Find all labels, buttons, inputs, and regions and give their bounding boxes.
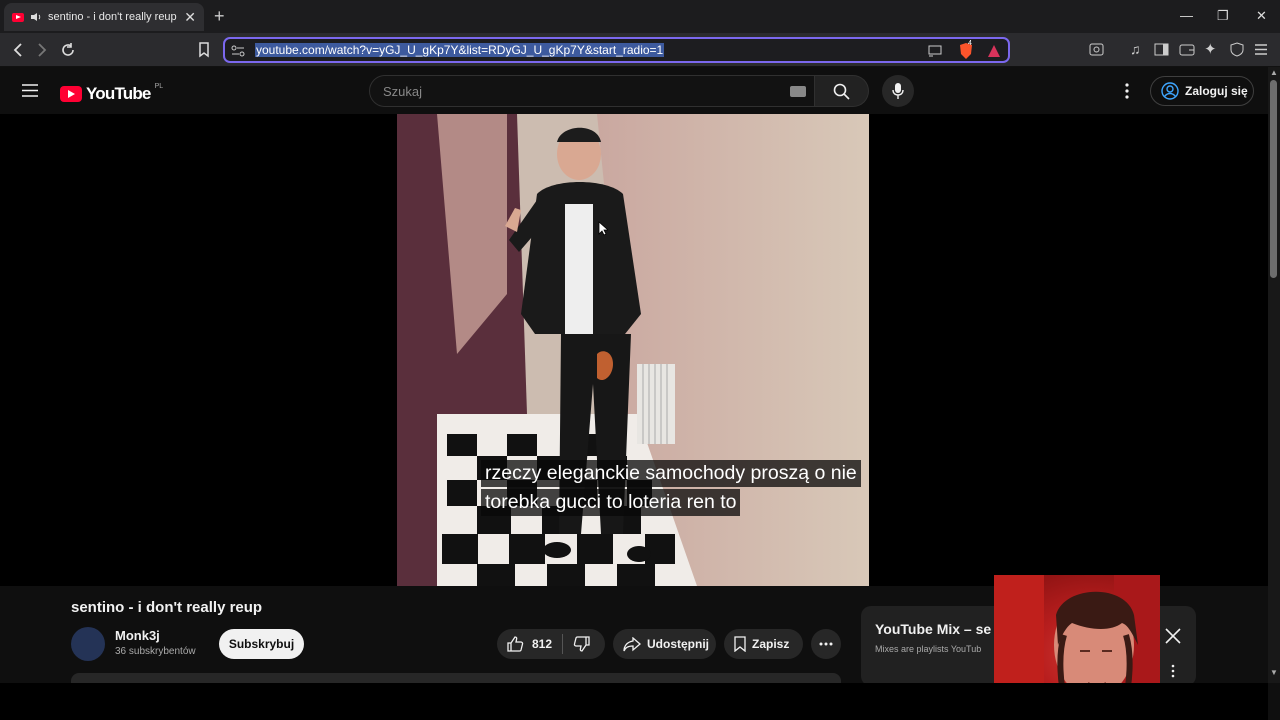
bookmark-icon[interactable] bbox=[198, 42, 210, 58]
keyboard-icon[interactable] bbox=[790, 86, 806, 97]
logo-text: YouTube bbox=[86, 84, 151, 103]
thumbs-down-icon[interactable] bbox=[573, 636, 590, 652]
vpn-shield-icon[interactable] bbox=[1230, 42, 1244, 57]
music-icon[interactable]: ♫ bbox=[1130, 41, 1141, 57]
bottom-strip bbox=[0, 683, 1268, 720]
subtitle-line-2: torebka gucci to loteria ren to bbox=[481, 489, 741, 516]
browser-tab-bar: sentino - i don't really reup - ✕ + — ❐ … bbox=[0, 0, 1280, 33]
youtube-play-logo-icon bbox=[60, 86, 82, 102]
page-scrollbar-thumb[interactable] bbox=[1270, 80, 1277, 278]
channel-avatar[interactable] bbox=[71, 627, 105, 661]
scroll-up-icon[interactable]: ▲ bbox=[1270, 68, 1278, 77]
reload-icon[interactable] bbox=[60, 42, 76, 58]
country-code: PL bbox=[154, 82, 164, 90]
speaker-icon[interactable] bbox=[30, 12, 42, 22]
new-tab-icon[interactable]: + bbox=[214, 6, 225, 27]
wallet-icon[interactable] bbox=[1179, 42, 1195, 57]
save-label: Zapisz bbox=[752, 637, 790, 651]
like-divider bbox=[562, 634, 564, 654]
share-label: Udostępnij bbox=[647, 637, 709, 651]
mouse-cursor-icon bbox=[598, 221, 608, 236]
search-placeholder: Szukaj bbox=[383, 84, 423, 99]
screenshot-icon[interactable] bbox=[1089, 42, 1104, 57]
cast-icon[interactable] bbox=[928, 45, 942, 57]
youtube-logo[interactable]: YouTube PL bbox=[60, 82, 164, 104]
sidebar-icon[interactable] bbox=[1154, 42, 1169, 57]
mix-title: YouTube Mix – se bbox=[875, 621, 992, 637]
youtube-favicon-icon bbox=[12, 12, 24, 22]
video-title: sentino - i don't really reup bbox=[71, 599, 263, 616]
save-bookmark-icon bbox=[734, 636, 746, 652]
radiator bbox=[637, 364, 675, 444]
more-horizontal-icon bbox=[819, 642, 833, 646]
window-close-icon[interactable]: ✕ bbox=[1256, 8, 1267, 24]
site-settings-icon[interactable] bbox=[231, 45, 245, 57]
subscribe-button[interactable]: Subskrybuj bbox=[219, 629, 304, 659]
mix-subtitle: Mixes are playlists YouTub bbox=[875, 644, 982, 654]
like-count: 812 bbox=[532, 637, 553, 651]
browser-toolbar: youtube.com/watch?v=yGJ_U_gKp7Y&list=RDy… bbox=[0, 33, 1280, 67]
search-input[interactable]: Szukaj bbox=[369, 75, 815, 107]
browser-menu-icon[interactable] bbox=[1254, 43, 1268, 56]
account-icon bbox=[1161, 82, 1179, 100]
share-icon bbox=[623, 636, 641, 651]
url-text[interactable]: youtube.com/watch?v=yGJ_U_gKp7Y&list=RDy… bbox=[255, 43, 665, 57]
minimize-icon[interactable]: — bbox=[1180, 8, 1193, 23]
browser-tab[interactable]: sentino - i don't really reup - ✕ bbox=[4, 3, 204, 31]
tab-close-icon[interactable]: ✕ bbox=[184, 9, 196, 26]
forward-icon[interactable] bbox=[36, 43, 48, 57]
brave-shields-count: 4 bbox=[968, 40, 972, 47]
description-box[interactable] bbox=[71, 673, 841, 683]
back-icon[interactable] bbox=[12, 43, 24, 57]
thumbs-up-icon bbox=[507, 636, 524, 652]
leo-ai-icon[interactable]: ✦ bbox=[1204, 40, 1217, 58]
hamburger-menu-icon[interactable] bbox=[22, 84, 38, 97]
voice-search-button[interactable] bbox=[882, 75, 914, 107]
channel-name[interactable]: Monk3j bbox=[115, 628, 160, 643]
subtitle-line-1: rzeczy eleganckie samochody proszą o nie bbox=[481, 460, 861, 487]
restore-icon[interactable]: ❐ bbox=[1217, 8, 1229, 24]
search-icon bbox=[833, 83, 850, 100]
save-button[interactable]: Zapisz bbox=[724, 629, 803, 659]
like-button[interactable]: 812 bbox=[497, 636, 552, 652]
share-button[interactable]: Udostępnij bbox=[613, 629, 716, 659]
tab-title: sentino - i don't really reup - bbox=[48, 11, 178, 23]
mix-more-icon[interactable] bbox=[1170, 664, 1176, 678]
subscriber-count: 36 subskrybentów bbox=[115, 646, 196, 657]
brave-rewards-icon[interactable] bbox=[987, 44, 1001, 58]
more-actions-button[interactable] bbox=[811, 629, 841, 659]
mix-close-icon[interactable] bbox=[1164, 627, 1182, 645]
sign-in-label: Zaloguj się bbox=[1185, 84, 1248, 98]
address-bar[interactable]: youtube.com/watch?v=yGJ_U_gKp7Y&list=RDy… bbox=[223, 37, 1010, 63]
subtitles: rzeczy eleganckie samochody proszą o nie… bbox=[481, 460, 861, 518]
microphone-icon bbox=[892, 83, 904, 99]
settings-kebab-icon[interactable] bbox=[1124, 83, 1130, 99]
sign-in-button[interactable]: Zaloguj się bbox=[1150, 76, 1254, 106]
scroll-down-icon[interactable]: ▼ bbox=[1270, 668, 1278, 677]
search-button[interactable] bbox=[815, 75, 869, 107]
like-dislike-group: 812 bbox=[497, 629, 605, 659]
youtube-header: YouTube PL Szukaj Zaloguj się bbox=[0, 67, 1280, 114]
